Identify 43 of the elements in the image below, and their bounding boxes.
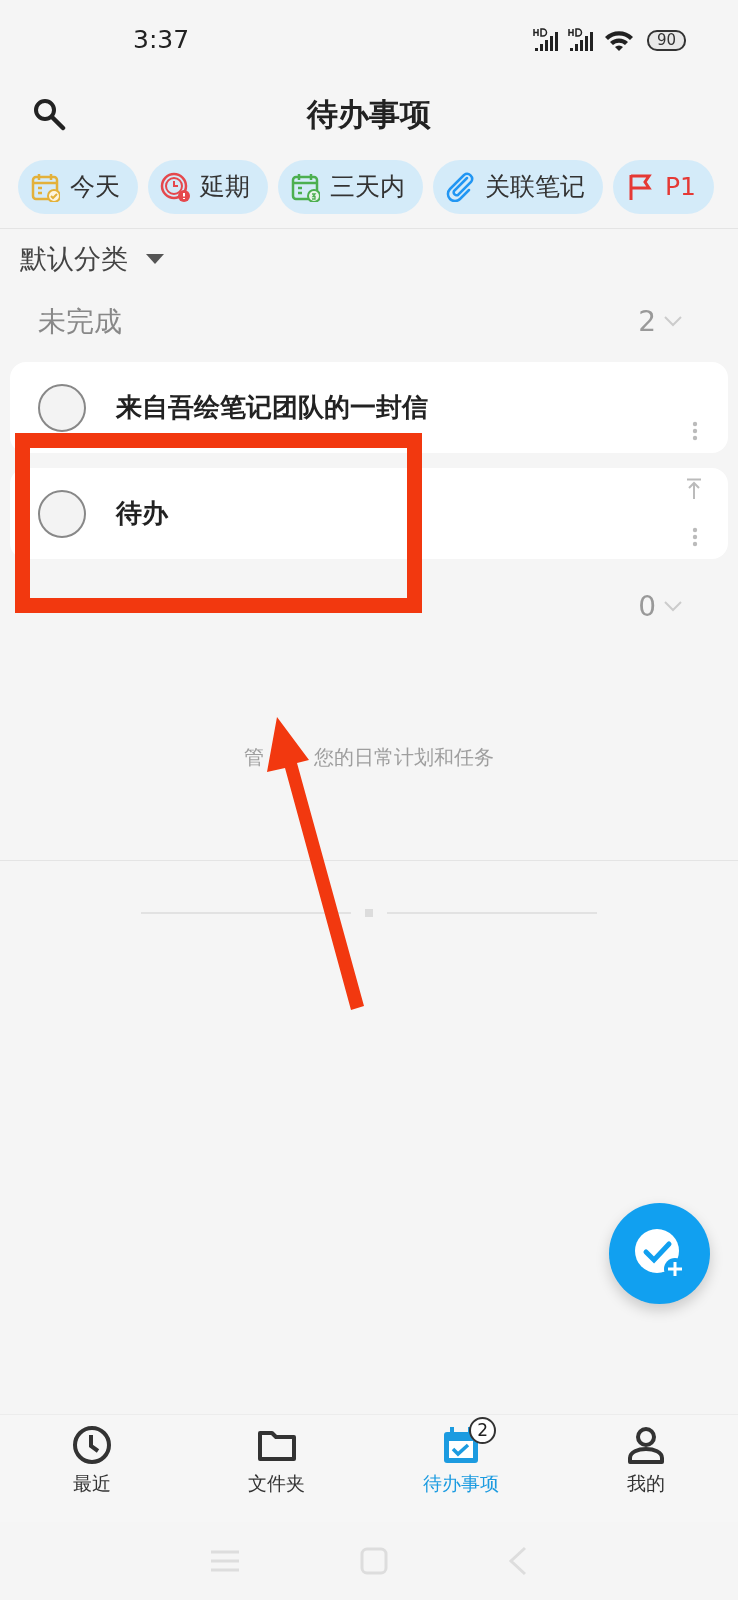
chevron-down-icon[interactable] <box>664 601 682 613</box>
search-icon[interactable] <box>32 97 66 131</box>
nav-tab[interactable]: 我的 <box>553 1415 738 1522</box>
task-checkbox[interactable] <box>38 489 86 538</box>
add-task-button[interactable] <box>609 1203 710 1304</box>
menu-icon[interactable] <box>210 1549 240 1573</box>
task-count: 2 <box>638 304 656 340</box>
empty-hint: 您的日常计划和任务 <box>314 744 494 771</box>
filter-chip[interactable]: 今天 <box>18 160 138 214</box>
clock-icon <box>72 1425 113 1465</box>
filter-chip[interactable]: 关联笔记 <box>433 160 603 214</box>
filter-chip[interactable]: 三天内 <box>278 160 423 214</box>
task-title: 待办 <box>116 497 168 530</box>
task-title: 来自吾绘笔记团队的一封信 <box>116 391 428 424</box>
more-icon[interactable] <box>692 527 698 547</box>
status-time: 3:37 <box>133 24 190 57</box>
nav-tab[interactable]: 2 待办事项 <box>369 1415 554 1522</box>
signal-icon <box>567 28 595 52</box>
category-label: 默认分类 <box>20 241 128 276</box>
person-icon <box>625 1425 666 1465</box>
nav-tab[interactable]: 最近 <box>0 1415 185 1522</box>
nav-tab[interactable]: 文件夹 <box>184 1415 369 1522</box>
pin-to-top-icon[interactable] <box>686 478 702 500</box>
filter-chip[interactable]: 延期 <box>148 160 268 214</box>
chevron-down-icon[interactable] <box>664 316 682 328</box>
more-icon[interactable] <box>692 421 698 441</box>
task-count: 0 <box>638 589 656 625</box>
task-card[interactable]: 待办 <box>10 468 728 559</box>
page-title: 待办事项 <box>307 94 431 134</box>
task-checkbox[interactable] <box>38 383 86 432</box>
battery-indicator: 90 <box>646 29 686 51</box>
section-title: 未完成 <box>38 304 122 340</box>
task-card[interactable]: 来自吾绘笔记团队的一封信 <box>10 362 728 453</box>
home-icon[interactable] <box>360 1547 388 1575</box>
paperclip-icon <box>445 172 475 202</box>
back-icon[interactable] <box>508 1546 528 1576</box>
calendar-check-icon <box>30 172 60 202</box>
empty-hint: 管 <box>244 744 264 771</box>
caret-down-icon[interactable] <box>146 254 164 264</box>
alarm-alert-icon <box>160 172 190 202</box>
signal-icon <box>532 28 560 52</box>
calendar-icon <box>290 172 320 202</box>
count-badge: 2 <box>469 1417 497 1444</box>
